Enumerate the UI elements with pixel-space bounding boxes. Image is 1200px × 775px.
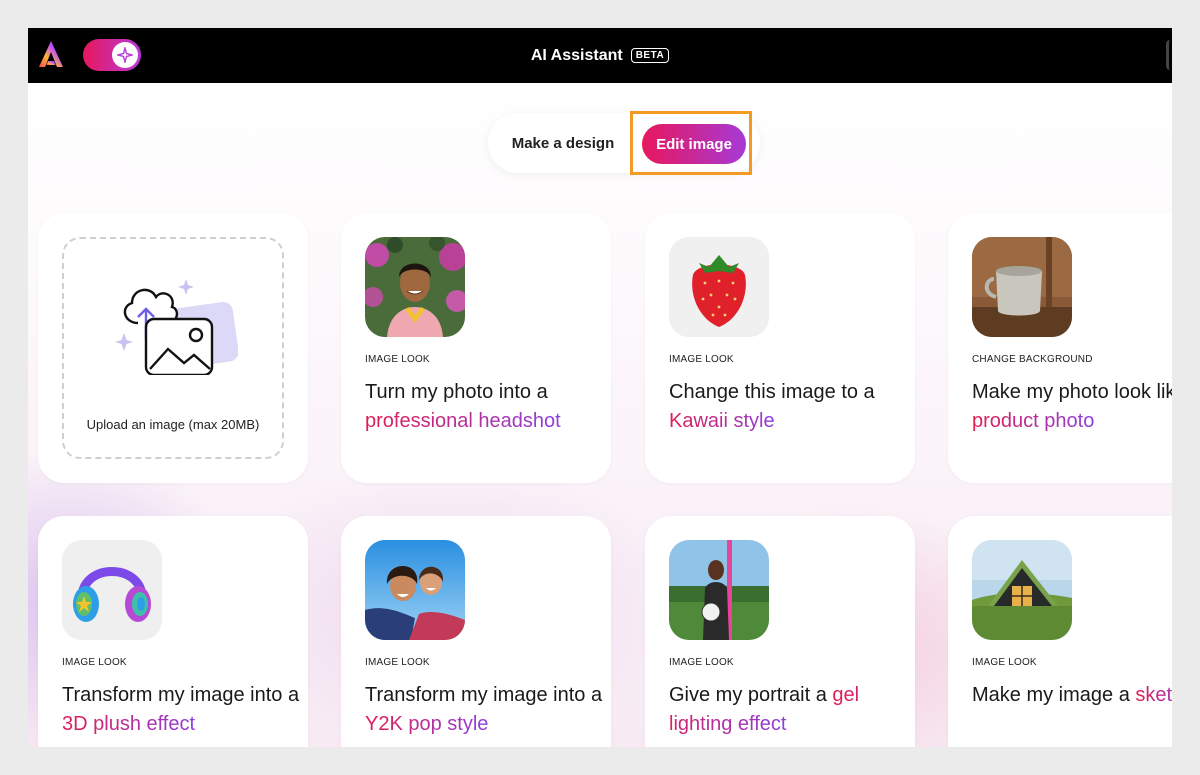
upload-image-icon [115,279,238,375]
card-prompt: Change this image to a Kawaii style [669,381,875,432]
selection-highlight-box [630,111,752,175]
card-prompt: Give my portrait a gel lighting effect [669,684,860,735]
ceramic-mug-thumbnail [972,237,1072,337]
panel-edge-icon[interactable] [1166,40,1172,70]
top-bar: AI Assistant BETA [28,28,1172,83]
page-title: AI Assistant [530,46,623,64]
card-category: IMAGE LOOK [365,657,430,668]
card-prompt: Turn my photo into a professional headsh… [365,381,561,432]
card-category: IMAGE LOOK [669,657,734,668]
headphones-thumbnail [62,540,162,640]
card-prompt: Make my image a sketch [972,681,1172,710]
card-category: IMAGE LOOK [669,354,734,365]
upload-label: Upload an image (max 20MB) [86,417,260,432]
card-category: CHANGE BACKGROUND [972,354,1093,365]
card-prompt: Transform my image into a 3D plush effec… [62,684,300,735]
app-window: AI Assistant BETA Make a design Edit ima… [28,28,1172,747]
grass-roof-cabin-thumbnail [972,540,1072,640]
make-design-tab[interactable]: Make a design [488,113,638,173]
beta-badge: BETA [630,48,670,63]
card-category: IMAGE LOOK [365,354,430,365]
prompt-card-headshot[interactable]: IMAGE LOOK Turn my photo into a professi… [341,213,611,483]
prompt-card-kawaii[interactable]: IMAGE LOOK Change this image to a Kawaii… [645,213,915,483]
main-content: Make a design Edit image Upload an image [28,83,1172,747]
prompt-card-sketch[interactable]: IMAGE LOOK Make my image a sketch [948,516,1172,747]
upload-dropzone[interactable]: Upload an image (max 20MB) [62,237,284,459]
upload-card[interactable]: Upload an image (max 20MB) [38,213,308,483]
prompt-card-y2k[interactable]: IMAGE LOOK Transform my image into a Y2K… [341,516,611,747]
card-category: IMAGE LOOK [972,657,1037,668]
prompt-card-product-photo[interactable]: CHANGE BACKGROUND Make my photo look lik… [948,213,1172,483]
card-prompt: Make my photo look like a product photo [972,381,1172,432]
prompt-card-gel-lighting[interactable]: IMAGE LOOK Give my portrait a gel lighti… [645,516,915,747]
soccer-player-thumbnail [669,540,769,640]
strawberry-thumbnail [669,237,769,337]
smiling-man-headshot-thumbnail [365,237,465,337]
prompt-card-3d-plush[interactable]: IMAGE LOOK Transform my image into a 3D … [38,516,308,747]
card-prompt: Transform my image into a Y2K pop style [365,684,603,735]
card-category: IMAGE LOOK [62,657,127,668]
two-friends-selfie-thumbnail [365,540,465,640]
